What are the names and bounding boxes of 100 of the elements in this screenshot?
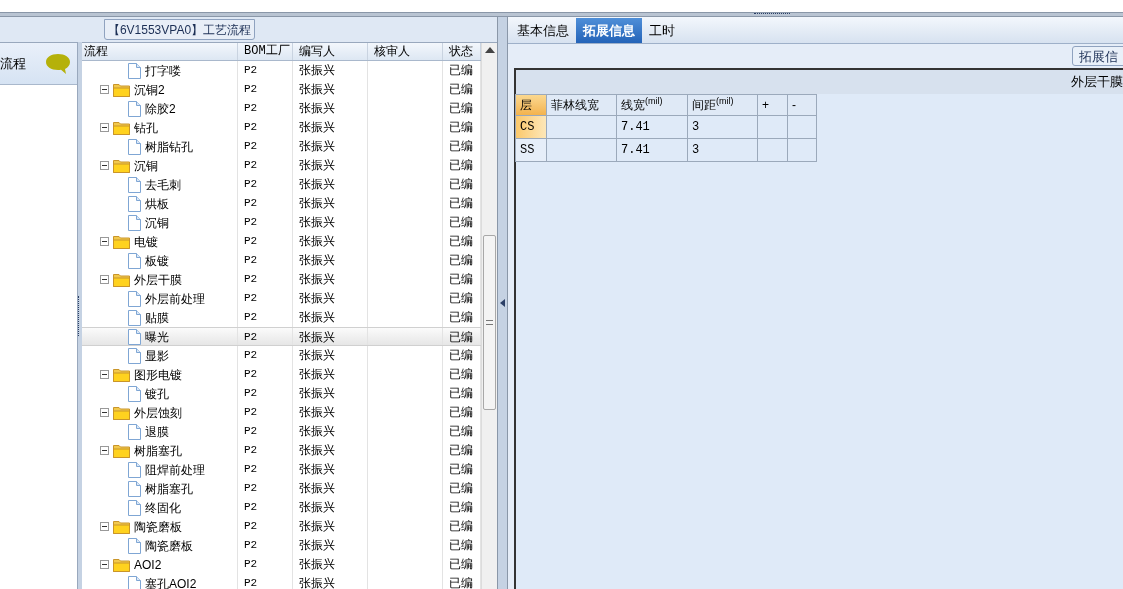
tree-row[interactable]: 终固化 P2 张振兴 已编 — [82, 498, 481, 517]
table-cell: 已编 — [449, 253, 473, 267]
table-cell: 张振兴 — [299, 348, 335, 362]
tree-row[interactable]: 图形电镀 P2 张振兴 已编 — [82, 365, 481, 384]
scrollbar[interactable] — [481, 43, 497, 589]
scroll-thumb[interactable] — [483, 235, 496, 410]
table-cell: 已编 — [449, 139, 473, 153]
tree-node-label: 树脂塞孔 — [145, 480, 193, 498]
table-cell: 已编 — [449, 462, 473, 476]
table-cell: 张振兴 — [299, 386, 335, 400]
collapse-icon[interactable] — [100, 370, 109, 379]
column-header[interactable]: 层 — [516, 95, 547, 116]
column-header[interactable]: 菲林线宽 — [547, 95, 617, 116]
table-cell: 张振兴 — [299, 576, 335, 589]
tree-node-label: 外层蚀刻 — [134, 404, 182, 422]
collapse-icon[interactable] — [100, 408, 109, 417]
collapse-icon[interactable] — [100, 237, 109, 246]
tree-node-label: 沉铜 — [145, 214, 169, 232]
collapse-icon[interactable] — [100, 161, 109, 170]
scroll-up-icon[interactable] — [485, 47, 495, 53]
column-header[interactable]: 核审人 — [368, 43, 443, 60]
table-cell: 已编 — [449, 215, 473, 229]
table-cell: 张振兴 — [299, 272, 335, 286]
collapse-icon[interactable] — [100, 446, 109, 455]
document-icon — [128, 537, 141, 554]
column-header[interactable]: 编写人 — [293, 43, 368, 60]
tree-row[interactable]: 去毛刺 P2 张振兴 已编 — [82, 175, 481, 194]
column-header[interactable]: - — [788, 95, 817, 116]
tree-row[interactable]: 外层前处理 P2 张振兴 已编 — [82, 289, 481, 308]
collapse-icon[interactable] — [100, 522, 109, 531]
collapse-icon[interactable] — [100, 560, 109, 569]
tree-row[interactable]: 沉铜 P2 张振兴 已编 — [82, 213, 481, 232]
tree-node-label: 外层干膜 — [134, 271, 182, 289]
tree-row[interactable]: 沉铜 P2 张振兴 已编 — [82, 156, 481, 175]
table-cell: 已编 — [449, 63, 473, 77]
tree-row[interactable]: 板镀 P2 张振兴 已编 — [82, 251, 481, 270]
side-button[interactable]: 拓展信 — [1072, 46, 1123, 66]
splitter-grip[interactable] — [753, 13, 790, 16]
tree-row[interactable]: 除胶2 P2 张振兴 已编 — [82, 99, 481, 118]
tab[interactable]: 基本信息 — [510, 18, 576, 43]
section-title: 外层干膜 — [1071, 73, 1123, 92]
tree-node-label: AOI2 — [134, 556, 162, 574]
table-cell: P2 — [244, 539, 258, 551]
tree-row[interactable]: AOI2 P2 张振兴 已编 — [82, 555, 481, 574]
table-cell: 张振兴 — [299, 462, 335, 476]
document-icon — [128, 290, 141, 307]
tree-row[interactable]: 树脂钻孔 P2 张振兴 已编 — [82, 137, 481, 156]
tree-row[interactable]: 钻孔 P2 张振兴 已编 — [82, 118, 481, 137]
tree-row[interactable]: 显影 P2 张振兴 已编 — [82, 346, 481, 365]
table-cell: 张振兴 — [299, 443, 335, 457]
table-cell: 已编 — [449, 82, 473, 96]
collapse-icon[interactable] — [100, 275, 109, 284]
row-header: SS — [516, 139, 547, 162]
table-cell — [547, 139, 617, 162]
document-icon — [128, 252, 141, 269]
tree-row[interactable]: 树脂塞孔 P2 张振兴 已编 — [82, 479, 481, 498]
collapse-left-icon[interactable] — [500, 299, 505, 307]
tree-row[interactable]: 树脂塞孔 P2 张振兴 已编 — [82, 441, 481, 460]
tree-row[interactable]: 阻焊前处理 P2 张振兴 已编 — [82, 460, 481, 479]
tree-row[interactable]: 外层干膜 P2 张振兴 已编 — [82, 270, 481, 289]
document-icon — [128, 214, 141, 231]
folder-icon — [113, 158, 130, 173]
document-icon — [128, 347, 141, 364]
document-icon — [128, 423, 141, 440]
column-header[interactable]: BOM工厂 — [238, 43, 293, 60]
tree-node-label: 曝光 — [145, 328, 169, 346]
tab[interactable]: 拓展信息 — [576, 18, 642, 43]
tree-row[interactable]: 退膜 P2 张振兴 已编 — [82, 422, 481, 441]
tree-row[interactable]: 塞孔AOI2 P2 张振兴 已编 — [82, 574, 481, 589]
tree-row[interactable]: 陶瓷磨板 P2 张振兴 已编 — [82, 536, 481, 555]
table-cell: 已编 — [449, 177, 473, 191]
tree-row[interactable]: 陶瓷磨板 P2 张振兴 已编 — [82, 517, 481, 536]
table-cell: P2 — [244, 273, 258, 285]
tree-row[interactable]: 外层蚀刻 P2 张振兴 已编 — [82, 403, 481, 422]
column-header[interactable]: + — [758, 95, 788, 116]
table-cell: 张振兴 — [299, 557, 335, 571]
table-cell: 已编 — [449, 424, 473, 438]
collapse-icon[interactable] — [100, 123, 109, 132]
column-header[interactable]: 流程 — [82, 43, 238, 60]
tree-row[interactable]: 烘板 P2 张振兴 已编 — [82, 194, 481, 213]
table-cell — [788, 139, 817, 162]
table-cell: P2 — [244, 425, 258, 437]
tree-row[interactable]: 打字喽 P2 张振兴 已编 — [82, 61, 481, 80]
tab[interactable]: 工时 — [642, 18, 682, 43]
collapse-icon[interactable] — [100, 85, 109, 94]
tree-node-label: 陶瓷磨板 — [134, 518, 182, 536]
table-cell: 已编 — [449, 234, 473, 248]
row-header: CS — [516, 116, 547, 139]
tree-row[interactable]: 曝光 P2 张振兴 已编 — [82, 327, 481, 346]
tree-row[interactable]: 镀孔 P2 张振兴 已编 — [82, 384, 481, 403]
tree-row[interactable]: 电镀 P2 张振兴 已编 — [82, 232, 481, 251]
table-cell: P2 — [244, 159, 258, 171]
table-cell: 张振兴 — [299, 177, 335, 191]
column-header[interactable]: 线宽$^{(mil)}$ — [617, 95, 688, 116]
folder-icon — [113, 272, 130, 287]
folder-icon — [113, 234, 130, 249]
tree-row[interactable]: 沉铜2 P2 张振兴 已编 — [82, 80, 481, 99]
speech-bubble-icon — [45, 52, 71, 75]
column-header[interactable]: 间距$^{(mil)}$ — [688, 95, 758, 116]
tree-node-label: 板镀 — [145, 252, 169, 270]
